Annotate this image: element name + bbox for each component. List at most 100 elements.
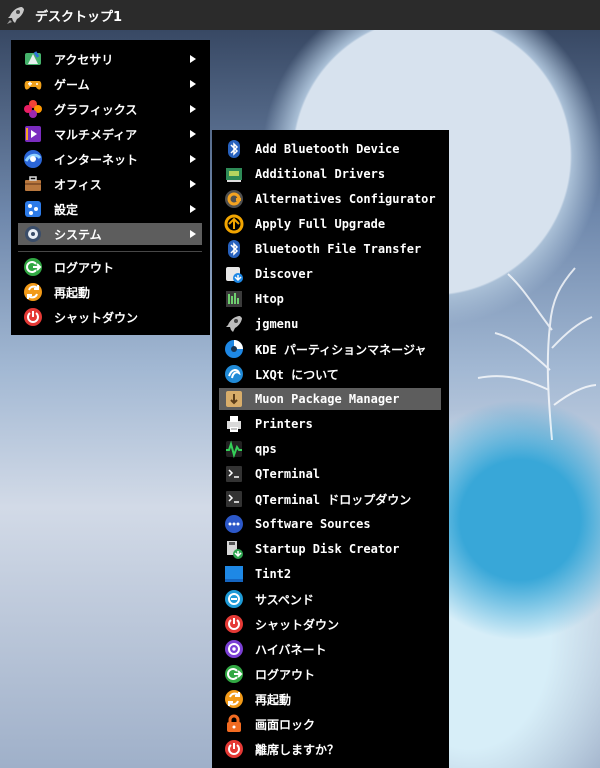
gamepad-icon (24, 81, 42, 90)
main-menu-label: システム (54, 227, 102, 242)
main-menu-item-system[interactable]: システム (18, 223, 202, 245)
desktop-title: デスクトップ1 (35, 9, 123, 25)
software-sources-icon (225, 515, 243, 533)
main-menu-label: マルチメディア (54, 127, 138, 142)
lock-icon (227, 714, 241, 732)
terminal-icon (226, 491, 242, 507)
submenu-arrow-icon (190, 80, 196, 88)
submenu-arrow-icon (190, 155, 196, 163)
system-item-discover[interactable]: Discover (219, 263, 441, 285)
system-item-label: 再起動 (255, 692, 292, 707)
package-icon (226, 391, 242, 407)
system-item-reboot[interactable]: 再起動 (219, 688, 441, 710)
logout-icon (225, 665, 243, 683)
system-item-label: ログアウト (255, 667, 316, 682)
system-item-jgmenu[interactable]: jgmenu (219, 313, 441, 335)
main-menu-item-games[interactable]: ゲーム (18, 73, 202, 95)
submenu-arrow-icon (190, 180, 196, 188)
main-menu-label: インターネット (54, 152, 139, 167)
system-item-away[interactable]: 離席しますか？ (219, 738, 441, 760)
menu-separator (18, 251, 202, 252)
system-item-bluetooth-file-transfer[interactable]: Bluetooth File Transfer (219, 238, 441, 260)
main-menu-label: ログアウト (54, 260, 115, 275)
system-item-label: Bluetooth File Transfer (255, 242, 422, 256)
system-item-tint2[interactable]: Tint2 (219, 563, 441, 585)
system-item-hibernate[interactable]: ハイバネート (219, 638, 441, 660)
system-item-shutdown[interactable]: シャットダウン (219, 613, 441, 635)
system-item-qterminal[interactable]: QTerminal (219, 463, 441, 485)
system-item-label: Tint2 (255, 567, 292, 581)
system-item-add-bluetooth-device[interactable]: Add Bluetooth Device (219, 138, 441, 160)
shutdown-icon (225, 615, 243, 633)
main-menu-label: オフィス (54, 177, 102, 192)
winter-tree-wallpaper (477, 267, 596, 440)
system-item-label: Printers (255, 417, 313, 431)
internet-icon (24, 150, 42, 168)
system-submenu: Add Bluetooth Device Additional Drivers … (212, 130, 449, 768)
submenu-arrow-icon (190, 130, 196, 138)
main-menu-label: シャットダウン (54, 310, 139, 325)
system-item-qterminal-dropdown[interactable]: QTerminal ドロップダウン (219, 488, 441, 510)
system-item-label: Additional Drivers (255, 167, 386, 181)
main-menu-logout[interactable]: ログアウト (18, 256, 202, 278)
system-item-additional-drivers[interactable]: Additional Drivers (219, 163, 441, 185)
rocket-icon (226, 316, 242, 332)
system-item-muon-package-manager[interactable]: Muon Package Manager (219, 388, 441, 410)
reboot-icon (225, 690, 243, 708)
partition-icon (225, 340, 243, 358)
system-item-label: jgmenu (255, 317, 299, 331)
system-item-label: Muon Package Manager (255, 392, 400, 406)
main-menu-reboot[interactable]: 再起動 (18, 281, 202, 303)
system-item-software-sources[interactable]: Software Sources (219, 513, 441, 535)
system-item-logout[interactable]: ログアウト (219, 663, 441, 685)
tint2-icon (225, 566, 243, 582)
settings-icon (25, 201, 41, 217)
rocket-icon[interactable] (6, 5, 26, 25)
system-item-label: QTerminal (255, 467, 321, 481)
system-item-qps[interactable]: qps (219, 438, 441, 460)
htop-icon (226, 291, 242, 307)
system-item-label: qps (255, 442, 277, 456)
application-menu: アクセサリ ゲーム グラフィックス マルチメディア インターネット オフィス 設… (11, 40, 210, 335)
system-item-printers[interactable]: Printers (219, 413, 441, 435)
reboot-icon (24, 283, 42, 301)
system-item-htop[interactable]: Htop (219, 288, 441, 310)
system-item-label: QTerminal ドロップダウン (255, 492, 412, 507)
system-item-apply-full-upgrade[interactable]: Apply Full Upgrade (219, 213, 441, 235)
system-item-label: 画面ロック (255, 717, 316, 732)
system-item-label: KDE パーティションマネージャ (255, 342, 427, 357)
main-menu-item-office[interactable]: オフィス (18, 173, 202, 195)
main-menu-label: ゲーム (54, 77, 90, 92)
usb-disk-icon (227, 541, 243, 559)
main-menu-item-multimedia[interactable]: マルチメディア (18, 123, 202, 145)
bluetooth-icon (228, 140, 240, 158)
shutdown-icon (24, 308, 42, 326)
main-menu-label: 再起動 (54, 285, 91, 300)
system-item-alternatives-configurator[interactable]: Alternatives Configurator (219, 188, 441, 210)
main-menu-item-graphics[interactable]: グラフィックス (18, 98, 202, 120)
system-item-suspend[interactable]: サスペンド (219, 588, 441, 610)
system-item-label: Discover (255, 267, 313, 281)
system-item-about-lxqt[interactable]: LXQt について (219, 363, 441, 385)
upgrade-icon (224, 214, 244, 234)
process-icon (226, 440, 242, 459)
submenu-arrow-icon (190, 105, 196, 113)
away-icon (225, 740, 243, 758)
system-item-label: Startup Disk Creator (255, 542, 400, 556)
main-menu-item-settings[interactable]: 設定 (18, 198, 202, 220)
printer-icon (227, 416, 241, 432)
graphics-icon (24, 100, 42, 118)
discover-icon (226, 267, 243, 283)
main-menu-item-internet[interactable]: インターネット (18, 148, 202, 170)
system-item-lock-screen[interactable]: 画面ロック (219, 713, 441, 735)
system-item-kde-partition-manager[interactable]: KDE パーティションマネージャ (219, 338, 441, 360)
system-item-label: サスペンド (255, 592, 314, 607)
multimedia-icon (25, 126, 41, 142)
system-item-startup-disk-creator[interactable]: Startup Disk Creator (219, 538, 441, 560)
main-menu-shutdown[interactable]: シャットダウン (18, 306, 202, 328)
bluetooth-icon (228, 240, 240, 258)
main-menu-label: 設定 (54, 202, 79, 217)
logout-icon (24, 258, 42, 276)
system-item-label: Alternatives Configurator (255, 192, 436, 206)
main-menu-item-accessories[interactable]: アクセサリ (18, 48, 202, 70)
